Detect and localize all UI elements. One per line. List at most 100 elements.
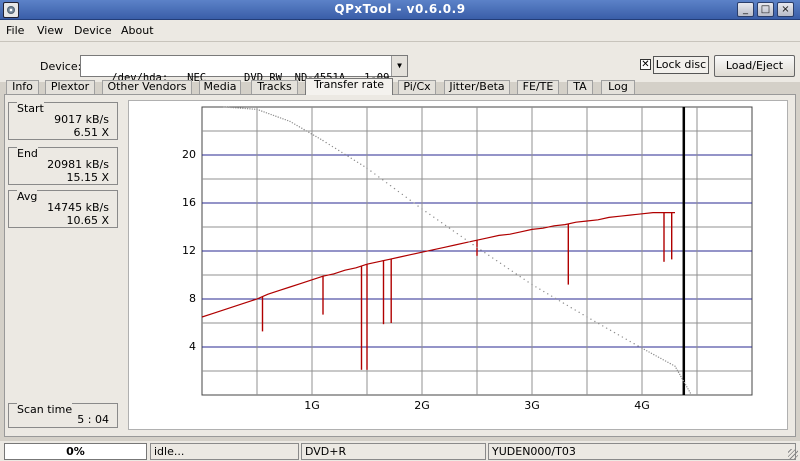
minimize-button[interactable]: _ bbox=[737, 2, 754, 17]
window-title: QPxTool - v0.6.0.9 bbox=[334, 2, 466, 16]
trace-point bbox=[594, 320, 596, 323]
trace-point bbox=[228, 106, 230, 109]
trace-point bbox=[258, 109, 261, 111]
trace-point bbox=[284, 118, 286, 121]
y-tick-label: 16 bbox=[182, 196, 196, 209]
tab-other-vendors[interactable]: Other Vendors bbox=[102, 80, 192, 94]
trace-point bbox=[641, 347, 643, 349]
tab-log[interactable]: Log bbox=[601, 80, 635, 94]
menu-view[interactable]: View bbox=[37, 24, 63, 37]
trace-point bbox=[598, 322, 600, 325]
close-button[interactable]: × bbox=[777, 2, 794, 17]
status-media-type: DVD+R bbox=[301, 443, 486, 460]
trace-point bbox=[617, 334, 620, 336]
end-kbs: 20981 kB/s bbox=[47, 158, 109, 171]
maximize-button[interactable]: □ bbox=[757, 2, 774, 17]
tab-transfer-rate[interactable]: Transfer rate bbox=[305, 78, 393, 95]
trace-point bbox=[294, 123, 296, 125]
trace-point bbox=[650, 352, 653, 355]
trace-point bbox=[488, 254, 490, 257]
y-tick-label: 8 bbox=[189, 292, 196, 305]
trace-point bbox=[350, 157, 352, 160]
tab-fe-te[interactable]: FE/TE bbox=[517, 80, 559, 94]
trace-point bbox=[484, 252, 486, 254]
resize-grip-icon[interactable] bbox=[788, 449, 798, 459]
trace-point bbox=[261, 110, 263, 112]
trace-point bbox=[338, 149, 340, 152]
trace-point bbox=[341, 151, 343, 154]
trace-point bbox=[562, 302, 565, 304]
tab-ta[interactable]: TA bbox=[567, 80, 593, 94]
trace-point bbox=[315, 135, 317, 138]
trace-point bbox=[239, 107, 242, 109]
trace-point bbox=[366, 167, 368, 169]
start-title: Start bbox=[17, 102, 44, 115]
trace-point bbox=[237, 107, 239, 109]
trace-point bbox=[389, 184, 392, 187]
trace-point bbox=[286, 119, 289, 122]
trace-point bbox=[646, 350, 648, 352]
trace-point bbox=[225, 106, 228, 108]
trace-point bbox=[547, 293, 549, 295]
menu-bar: File View Device About bbox=[0, 20, 800, 42]
load-eject-button[interactable]: Load/Eject bbox=[714, 55, 795, 77]
trace-point bbox=[298, 126, 301, 128]
trace-point bbox=[356, 161, 359, 163]
trace-point bbox=[246, 108, 249, 110]
tab-plextor[interactable]: Plextor bbox=[45, 80, 95, 94]
trace-point bbox=[230, 106, 232, 109]
menu-about[interactable]: About bbox=[121, 24, 154, 37]
trace-point bbox=[319, 138, 322, 140]
trace-point bbox=[689, 392, 692, 394]
trace-point bbox=[344, 153, 346, 156]
end-x: 15.15 X bbox=[66, 171, 109, 184]
trace-point bbox=[413, 202, 415, 204]
menu-file[interactable]: File bbox=[6, 24, 24, 37]
progress-label: 0% bbox=[66, 445, 85, 458]
trace-point bbox=[363, 165, 365, 167]
device-select[interactable]: /dev/hda: _NEC DVD_RW ND-4551A 1-09 ▼ bbox=[80, 55, 408, 84]
trace-point bbox=[637, 345, 639, 347]
trace-point bbox=[643, 348, 646, 351]
trace-point bbox=[275, 115, 277, 117]
tab-info[interactable]: Info bbox=[6, 80, 39, 94]
trace-point bbox=[609, 329, 612, 332]
lock-disc-checkbox[interactable]: ✕ bbox=[640, 59, 651, 70]
x-tick-label: 3G bbox=[524, 399, 540, 412]
trace-point bbox=[409, 199, 411, 201]
tab-pi-cx[interactable]: Pi/Cx bbox=[398, 80, 436, 94]
trace-point bbox=[244, 107, 246, 110]
trace-point bbox=[681, 377, 683, 380]
status-bar: 0% idle... DVD+R YUDEN000/T03 bbox=[0, 441, 800, 461]
trace-point bbox=[629, 340, 631, 343]
trace-point bbox=[468, 241, 470, 243]
trace-point bbox=[660, 357, 662, 360]
tab-bar: Info Plextor Other Vendors Media Tracks … bbox=[0, 78, 800, 95]
trace-point bbox=[523, 278, 525, 280]
tab-jitter-beta[interactable]: Jitter/Beta bbox=[444, 80, 510, 94]
trace-point bbox=[265, 112, 268, 114]
trace-point bbox=[662, 359, 664, 361]
status-media-id: YUDEN000/T03 bbox=[488, 443, 796, 460]
title-bar[interactable]: QPxTool - v0.6.0.9 _ □ × bbox=[0, 0, 800, 20]
start-kbs: 9017 kB/s bbox=[54, 113, 109, 126]
trace-point bbox=[531, 283, 533, 286]
trace-point bbox=[511, 270, 514, 273]
trace-point bbox=[675, 367, 677, 369]
trace-point bbox=[296, 124, 298, 127]
trace-point bbox=[621, 336, 624, 338]
dropdown-arrow-icon[interactable]: ▼ bbox=[391, 56, 407, 76]
trace-point bbox=[289, 120, 291, 123]
end-group: End 20981 kB/s 15.15 X bbox=[8, 147, 118, 185]
trace-point bbox=[480, 249, 482, 251]
tab-media[interactable]: Media bbox=[199, 80, 241, 94]
trace-point bbox=[633, 343, 635, 345]
tab-tracks[interactable]: Tracks bbox=[251, 80, 298, 94]
trace-point bbox=[515, 273, 517, 275]
trace-point bbox=[527, 281, 529, 283]
lock-disc-label[interactable]: Lock disc bbox=[653, 56, 709, 74]
trace-point bbox=[405, 196, 407, 199]
menu-device[interactable]: Device bbox=[74, 24, 112, 37]
trace-point bbox=[374, 173, 376, 175]
trace-point bbox=[613, 331, 616, 334]
